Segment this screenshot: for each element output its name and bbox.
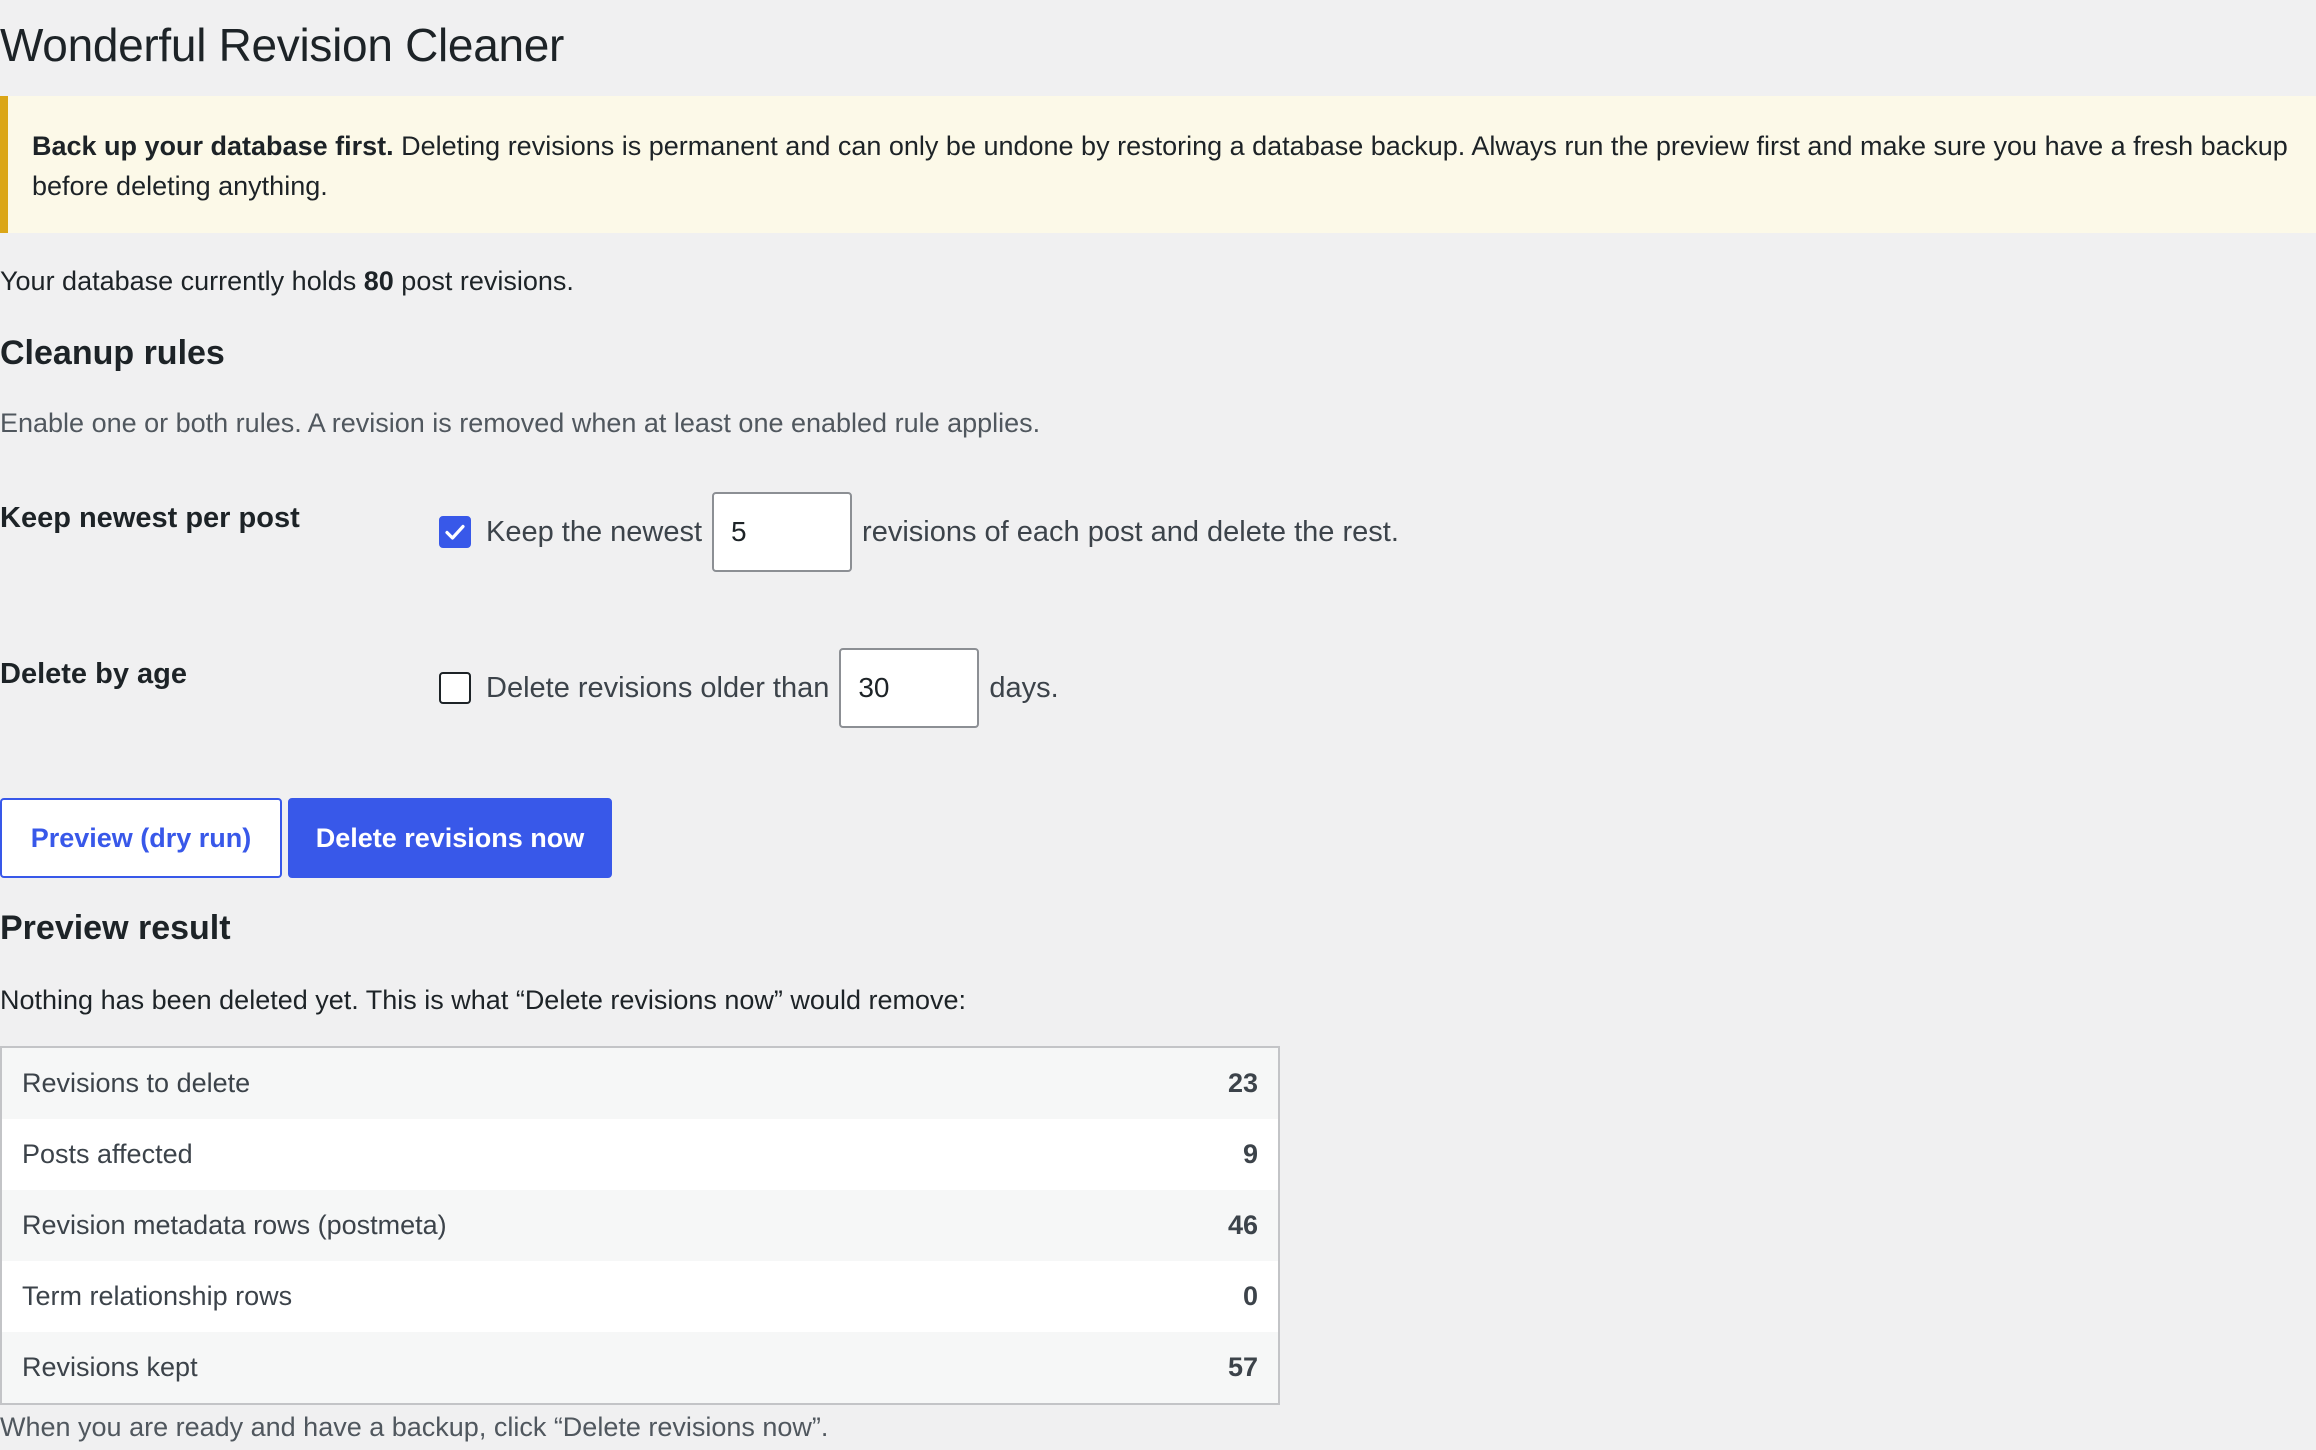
row-value: 9 — [1242, 1139, 1258, 1169]
preview-result-note: Nothing has been deleted yet. This is wh… — [0, 985, 967, 1015]
delete-by-age-days-input[interactable] — [839, 648, 980, 728]
revision-count-text: Your database currently holds 80 post re… — [0, 266, 574, 297]
revision-count-value: 80 — [363, 266, 394, 296]
row-value: 57 — [1227, 1352, 1258, 1382]
keep-newest-before-text: Keep the newest — [486, 515, 703, 548]
cleanup-rules-description: Enable one or both rules. A revision is … — [0, 408, 1041, 438]
row-value: 23 — [1227, 1068, 1258, 1098]
notice-strong-text: Back up your database first. — [32, 131, 394, 161]
keep-newest-checkbox[interactable] — [439, 516, 471, 548]
table-row: Revisions to delete 23 — [2, 1048, 1278, 1119]
admin-page: Wonderful Revision Cleaner Back up your … — [0, 0, 2316, 1450]
row-value: 0 — [1242, 1281, 1258, 1311]
rule-label-delete-by-age: Delete by age — [0, 658, 187, 690]
rule-row-keep-newest: Keep the newest revisions of each post a… — [439, 492, 1399, 572]
row-value: 46 — [1227, 1210, 1258, 1240]
keep-newest-count-input[interactable] — [712, 492, 853, 572]
rule-row-delete-by-age: Delete revisions older than days. — [439, 648, 1059, 728]
checkmark-icon — [445, 524, 465, 540]
row-label: Term relationship rows — [22, 1281, 293, 1311]
row-label: Revisions to delete — [22, 1068, 251, 1098]
row-label: Posts affected — [22, 1139, 193, 1169]
table-row: Posts affected 9 — [2, 1119, 1278, 1190]
ready-footer-note: When you are ready and have a backup, cl… — [0, 1412, 829, 1442]
delete-by-age-checkbox[interactable] — [439, 672, 471, 704]
preview-dry-run-button[interactable]: Preview (dry run) — [0, 798, 282, 878]
delete-by-age-before-text: Delete revisions older than — [486, 671, 830, 704]
table-row: Revision metadata rows (postmeta) 46 — [2, 1190, 1278, 1261]
keep-newest-after-text: revisions of each post and delete the re… — [862, 515, 1399, 548]
rule-label-keep-newest: Keep newest per post — [0, 502, 300, 534]
revision-count-suffix: post revisions. — [393, 266, 574, 296]
delete-revisions-now-button[interactable]: Delete revisions now — [288, 798, 612, 878]
table-row: Revisions kept 57 — [2, 1332, 1278, 1403]
backup-warning-notice: Back up your database first. Deleting re… — [0, 96, 2316, 233]
preview-result-heading: Preview result — [0, 909, 231, 947]
row-label: Revision metadata rows (postmeta) — [22, 1210, 447, 1240]
table-row: Term relationship rows 0 — [2, 1261, 1278, 1332]
page-title: Wonderful Revision Cleaner — [0, 19, 565, 71]
revision-count-prefix: Your database currently holds — [0, 266, 364, 296]
preview-result-table: Revisions to delete 23 Posts affected 9 … — [0, 1046, 1280, 1405]
cleanup-rules-heading: Cleanup rules — [0, 334, 225, 372]
row-label: Revisions kept — [22, 1352, 198, 1382]
delete-by-age-after-text: days. — [989, 671, 1059, 704]
